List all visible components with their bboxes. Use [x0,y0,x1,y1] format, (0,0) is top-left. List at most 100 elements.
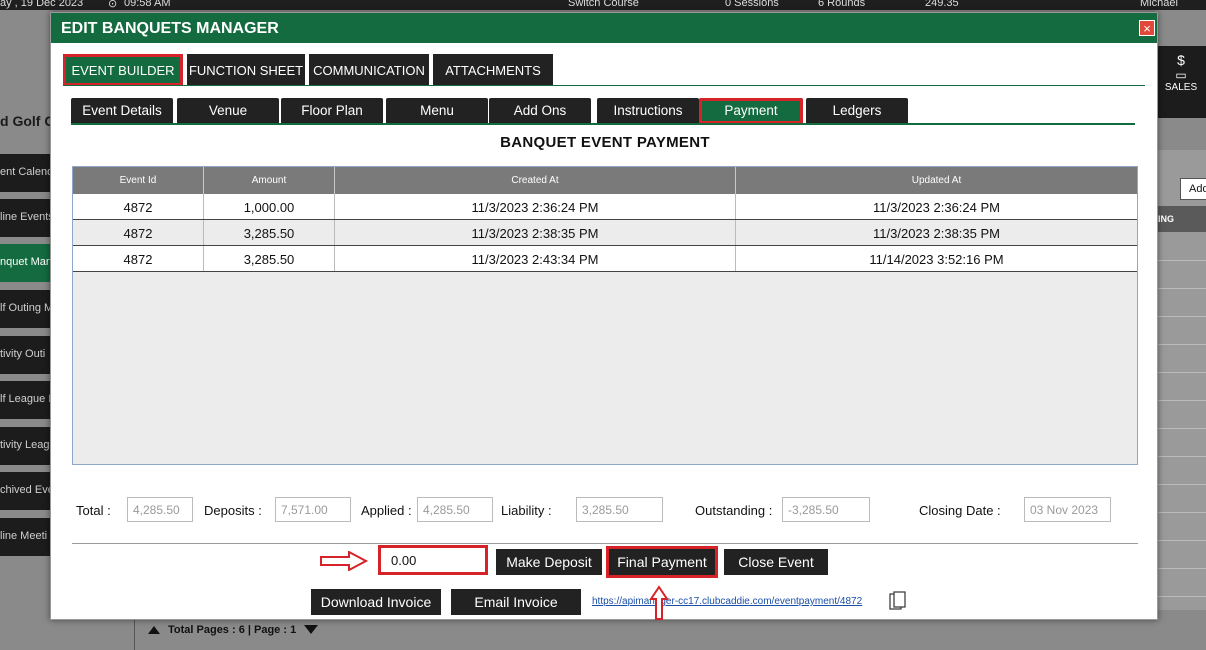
download-invoice-button[interactable]: Download Invoice [311,589,441,615]
column-header[interactable]: Updated At [736,167,1137,194]
divider [1156,428,1206,429]
pagination-text: Total Pages : 6 | Page : 1 [168,624,297,636]
column-header[interactable]: Amount [204,167,335,194]
sidebar-item[interactable]: tivity Outi [0,336,52,374]
sidebar-item[interactable]: lf League N [0,381,52,419]
topbar-rounds: 6 Rounds [818,0,866,9]
total-field[interactable]: 4,285.50 [127,497,193,522]
section-title: BANQUET EVENT PAYMENT [500,134,710,151]
sidebar-item[interactable]: line Events [0,199,52,237]
close-icon[interactable]: × [1139,20,1155,36]
divider [1156,512,1206,513]
table-cell: 11/3/2023 2:38:35 PM [335,220,736,245]
applied-field[interactable]: 4,285.50 [417,497,493,522]
clock-icon: ⊙ [108,0,118,10]
topbar-date: ay , 19 Dec 2023 [0,0,84,9]
table-cell: 3,285.50 [204,246,335,271]
table-cell: 1,000.00 [204,194,335,219]
subtab-add-ons[interactable]: Add Ons [489,98,591,124]
closing-date-label: Closing Date : [919,503,1001,518]
subtab-instructions[interactable]: Instructions [597,98,699,124]
total-label: Total : [76,503,111,518]
tab-event-builder[interactable]: EVENT BUILDER [63,54,183,86]
table-cell: 11/3/2023 2:36:24 PM [873,200,1000,215]
page-up-icon[interactable] [148,626,160,634]
page-down-icon[interactable] [304,625,319,634]
closing-date-field[interactable]: 03 Nov 2023 [1024,497,1111,522]
table-body: 4872 1,000.00 11/3/2023 2:36:24 PM 11/3/202… [73,194,1137,272]
sales-button[interactable]: $ ▭ SALES [1156,46,1206,118]
table-cell: 11/3/2023 2:36:24 PM [335,194,736,219]
divider [1156,484,1206,485]
sidebar-item[interactable]: nquet Man [0,244,52,282]
subtab-payment[interactable]: Payment [699,98,803,124]
email-invoice-button[interactable]: Email Invoice [451,589,581,615]
divider [1156,456,1206,457]
table-cell: 3,285.50 [204,220,335,245]
subtab-floor-plan[interactable]: Floor Plan [281,98,383,124]
divider [1156,260,1206,261]
liability-field[interactable]: 3,285.50 [576,497,663,522]
make-deposit-button[interactable]: Make Deposit [496,549,602,575]
divider [72,543,1138,544]
totals-bar: Total : 4,285.50 Deposits : 7,571.00 App… [76,497,1146,523]
sidebar-item[interactable]: ent Calend [0,154,52,192]
payment-link[interactable]: https://apimanager-cc17.clubcaddie.com/e… [592,596,862,607]
sales-icon: ▭ [1175,68,1187,82]
table-cell: 11/3/2023 2:43:34 PM [335,246,736,271]
table-cell: 4872 [73,194,204,219]
payment-amount-input[interactable]: 0.00 [378,545,488,575]
divider [1156,344,1206,345]
outstanding-label: Outstanding : [695,503,773,518]
table-header: Event Id Amount Created At Updated At [73,167,1137,194]
app-topbar: ay , 19 Dec 2023 ⊙ 09:58 AM Switch Cours… [0,0,1206,10]
subtab-ledgers[interactable]: Ledgers [806,98,908,124]
subtab-event-details[interactable]: Event Details [71,98,173,124]
applied-label: Applied : [361,503,412,518]
divider [1156,400,1206,401]
payment-amount-value: 0.00 [391,553,417,568]
modal-title: EDIT BANQUETS MANAGER [61,20,279,37]
column-header: ING [1156,206,1206,232]
sales-label: SALES [1164,82,1198,93]
deposits-label: Deposits : [204,503,262,518]
topbar-amount: 249.35 [925,0,959,9]
topbar-user[interactable]: Michael [1140,0,1178,9]
table-cell: 4872 [73,220,204,245]
switch-course-button[interactable]: Switch Course [568,0,639,9]
sidebar-item[interactable]: lf Outing M [0,290,52,328]
liability-label: Liability : [501,503,552,518]
sidebar-item[interactable]: line Meeti [0,518,52,556]
subtab-menu[interactable]: Menu [386,98,488,124]
table-row[interactable]: 4872 1,000.00 11/3/2023 2:36:24 PM 11/3/202… [73,194,1137,220]
sidebar-item[interactable]: tivity Leag [0,427,52,465]
tab-communication[interactable]: COMMUNICATION [309,54,429,86]
divider [1156,596,1206,597]
copy-icon[interactable] [889,591,907,611]
table-row[interactable]: 4872 3,285.50 11/3/2023 2:43:34 PM 11/14/20… [73,246,1137,272]
divider [1156,568,1206,569]
divider [1156,540,1206,541]
divider [63,85,1145,86]
tab-function-sheet[interactable]: FUNCTION SHEET [187,54,305,86]
outstanding-field[interactable]: -3,285.50 [782,497,870,522]
dollar-icon: $ [1177,52,1185,68]
table-cell: 4872 [73,246,204,271]
close-event-button[interactable]: Close Event [724,549,828,575]
page-title: d Golf C [0,113,55,129]
divider [1156,316,1206,317]
pagination: Total Pages : 6 | Page : 1 [148,624,319,636]
final-payment-button[interactable]: Final Payment [606,546,718,578]
column-header[interactable]: Event Id [73,167,204,194]
topbar-sessions: 0 Sessions [725,0,779,9]
tab-attachments[interactable]: ATTACHMENTS [433,54,553,86]
modal-header: EDIT BANQUETS MANAGER × [51,13,1157,43]
table-row[interactable]: 4872 3,285.50 11/3/2023 2:38:35 PM 11/3/202… [73,220,1137,246]
add-button[interactable]: Add [1180,178,1206,200]
table-cell: 11/3/2023 2:38:35 PM [873,226,1000,241]
column-header[interactable]: Created At [335,167,736,194]
deposits-field[interactable]: 7,571.00 [275,497,351,522]
sidebar-item[interactable]: chived Eve [0,472,52,510]
arrow-right-icon [320,551,369,571]
subtab-venue[interactable]: Venue [177,98,279,124]
